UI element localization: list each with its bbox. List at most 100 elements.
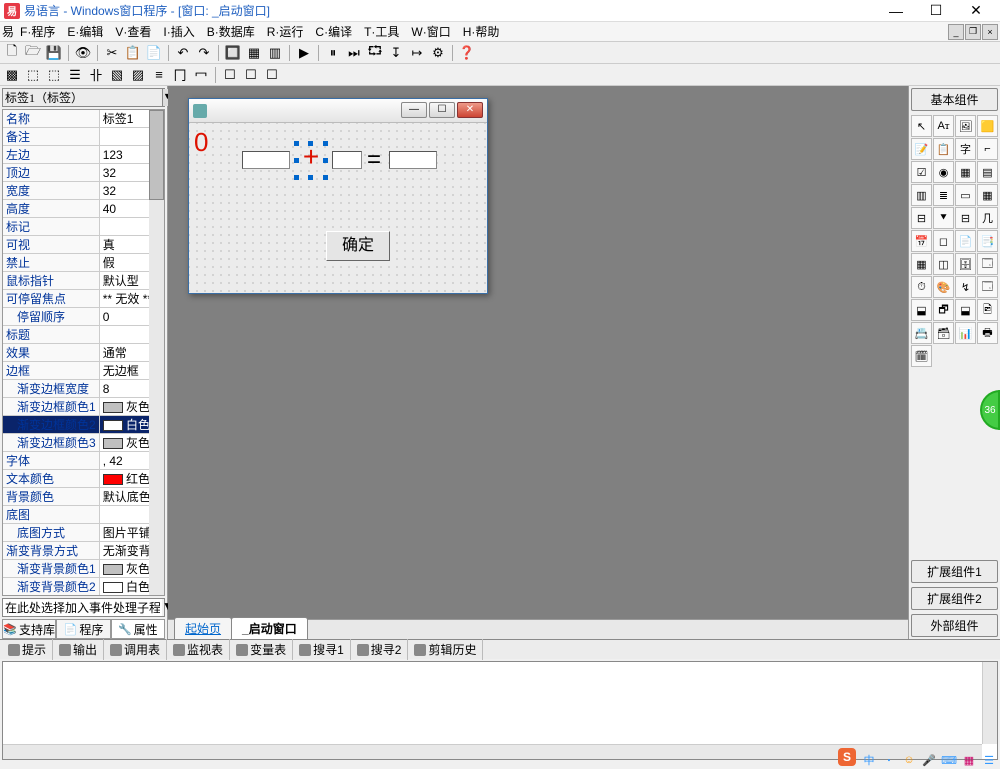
resize-handle[interactable]	[308, 175, 313, 180]
toolbox-item[interactable]: ▤	[977, 161, 998, 183]
label-zero[interactable]: 0	[194, 127, 208, 158]
menu-item[interactable]: H·帮助	[457, 21, 506, 42]
prop-name[interactable]: 高度	[3, 200, 99, 218]
event-selector[interactable]: ▼	[2, 598, 165, 617]
toolbar-button[interactable]: ⬚	[23, 65, 43, 85]
prop-name[interactable]: 渐变背景颜色1	[3, 560, 99, 578]
toolbox-header-ext1[interactable]: 扩展组件1	[911, 560, 998, 583]
toolbox-item[interactable]: 🗔	[977, 276, 998, 298]
menu-item[interactable]: W·窗口	[405, 21, 456, 42]
bottom-tab[interactable]: 调用表	[104, 639, 167, 660]
toolbox-item[interactable]: ⬓	[955, 299, 976, 321]
bottom-tab[interactable]: 监视表	[167, 639, 230, 660]
toolbox-item[interactable]: ⌐	[977, 138, 998, 160]
toolbox-item[interactable]: ☑	[911, 161, 932, 183]
prop-name[interactable]: 渐变边框颜色2	[3, 416, 99, 434]
prop-name[interactable]: 可视	[3, 236, 99, 254]
bottom-tab[interactable]: 剪辑历史	[408, 639, 483, 660]
prop-name[interactable]: 字体	[3, 452, 99, 470]
toolbar-button[interactable]: 冂	[170, 65, 190, 85]
mdi-restore-button[interactable]: ❐	[965, 24, 981, 40]
toolbar-button[interactable]: ⏸	[323, 43, 343, 63]
menu-item[interactable]: C·编译	[309, 21, 358, 42]
toolbar-button[interactable]: 🗁	[23, 43, 43, 63]
toolbox-item[interactable]: 🗗	[933, 299, 954, 321]
toolbar-button[interactable]: ❓	[457, 43, 477, 63]
toolbox-item[interactable]: ▦	[911, 253, 932, 275]
form-max-button[interactable]: ☐	[429, 102, 455, 118]
bottom-tab[interactable]: 提示	[2, 639, 53, 660]
toolbox-item[interactable]: ◫	[933, 253, 954, 275]
prop-name[interactable]: 停留顺序	[3, 308, 99, 326]
toolbox-item[interactable]: 🗃	[933, 322, 954, 344]
toolbox-item[interactable]: ⬓	[911, 299, 932, 321]
toolbox-item[interactable]: 📋	[933, 138, 954, 160]
toolbar-button[interactable]: ⏭	[344, 43, 364, 63]
form-close-button[interactable]: ✕	[457, 102, 483, 118]
editbox-3[interactable]	[389, 151, 437, 169]
close-button[interactable]: ✕	[956, 1, 996, 21]
toolbar-button[interactable]: ☐	[241, 65, 261, 85]
event-selector-input[interactable]	[3, 599, 162, 616]
toolbar-button[interactable]: ↧	[386, 43, 406, 63]
bottom-tab[interactable]: 变量表	[230, 639, 293, 660]
resize-handle[interactable]	[294, 141, 299, 146]
component-selector-input[interactable]	[3, 89, 162, 106]
prop-name[interactable]: 禁止	[3, 254, 99, 272]
toolbox-header-ext2[interactable]: 扩展组件2	[911, 587, 998, 610]
toolbar-button[interactable]: ✂	[102, 43, 122, 63]
tray-mic-icon[interactable]: 🎤	[922, 753, 936, 767]
toolbox-item[interactable]: 几	[977, 207, 998, 229]
toolbox-item[interactable]: ⊟	[911, 207, 932, 229]
tab-support-lib[interactable]: 📚 支持库	[2, 620, 56, 639]
toolbar-button[interactable]: 👁	[73, 43, 93, 63]
bottom-tab[interactable]: 搜寻2	[351, 639, 409, 660]
menu-item[interactable]: B·数据库	[201, 21, 261, 42]
prop-name[interactable]: 渐变背景颜色3	[3, 596, 99, 597]
resize-handle[interactable]	[308, 141, 313, 146]
tray-keyboard-icon[interactable]: ⌨	[942, 753, 956, 767]
toolbox-item[interactable]: 📊	[955, 322, 976, 344]
prop-name[interactable]: 底图方式	[3, 524, 99, 542]
toolbar-button[interactable]: ↶	[173, 43, 193, 63]
tray-skin-icon[interactable]: ▦	[962, 753, 976, 767]
toolbox-item[interactable]: 🗄	[955, 253, 976, 275]
tab-start-page[interactable]: 起始页	[174, 617, 232, 639]
toolbox-item[interactable]: ◉	[933, 161, 954, 183]
prop-name[interactable]: 渐变边框宽度	[3, 380, 99, 398]
menu-item[interactable]: I·插入	[157, 21, 200, 42]
toolbar-button[interactable]: ⮔	[365, 43, 385, 63]
toolbox-item[interactable]: 📇	[911, 322, 932, 344]
toolbar-button[interactable]: ☐	[220, 65, 240, 85]
menu-item[interactable]: T·工具	[358, 21, 405, 42]
toolbar-button[interactable]: ≡	[149, 65, 169, 85]
tray-cn-icon[interactable]: 中	[862, 753, 876, 767]
toolbox-item[interactable]: 🖶	[977, 322, 998, 344]
minimize-button[interactable]: —	[876, 1, 916, 21]
menu-item[interactable]: F·程序	[14, 21, 61, 42]
toolbar-button[interactable]: ↦	[407, 43, 427, 63]
form-designer-canvas[interactable]: — ☐ ✕ 0 + = 确定	[168, 86, 908, 639]
output-area[interactable]	[2, 661, 998, 760]
toolbox-item[interactable]: ↯	[955, 276, 976, 298]
prop-name[interactable]: 边框	[3, 362, 99, 380]
toolbox-item[interactable]: Aꭲ	[933, 115, 954, 137]
toolbox-item[interactable]: 🗓	[911, 345, 932, 367]
toolbox-item[interactable]: 🟨	[977, 115, 998, 137]
toolbar-button[interactable]: ▩	[2, 65, 22, 85]
prop-name[interactable]: 渐变背景颜色2	[3, 578, 99, 596]
toolbox-item[interactable]: 📅	[911, 230, 932, 252]
tray-punct-icon[interactable]: ꞏ	[882, 753, 896, 767]
toolbar-button[interactable]: ▦	[244, 43, 264, 63]
scrollbar-vertical[interactable]	[982, 662, 997, 744]
label-equals[interactable]: =	[367, 146, 381, 174]
toolbox-header-basic[interactable]: 基本组件	[911, 88, 998, 111]
menu-item[interactable]: V·查看	[109, 21, 157, 42]
toolbar-button[interactable]: ⬚	[44, 65, 64, 85]
toolbar-button[interactable]: ⚙	[428, 43, 448, 63]
bottom-tab[interactable]: 输出	[53, 639, 104, 660]
bottom-tab[interactable]: 搜寻1	[293, 639, 351, 660]
tray-emoji-icon[interactable]: ☺	[902, 753, 916, 767]
prop-name[interactable]: 文本颜色	[3, 470, 99, 488]
prop-name[interactable]: 背景颜色	[3, 488, 99, 506]
